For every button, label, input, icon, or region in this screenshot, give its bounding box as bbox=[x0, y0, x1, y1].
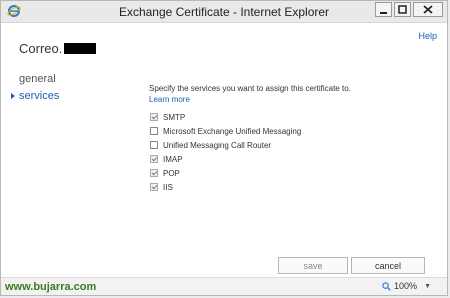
smtp-checkbox[interactable] bbox=[150, 113, 158, 121]
zoom-magnifier-icon bbox=[382, 281, 391, 291]
service-label: Microsoft Exchange Unified Messaging bbox=[163, 126, 302, 136]
service-um-call-router[interactable]: Unified Messaging Call Router bbox=[150, 138, 301, 152]
um-call-router-checkbox[interactable] bbox=[150, 141, 158, 149]
zoom-control[interactable]: 100% ▼ bbox=[382, 281, 431, 291]
maximize-button[interactable] bbox=[394, 2, 411, 17]
description-text: Specify the services you want to assign … bbox=[149, 84, 351, 93]
iis-checkbox[interactable] bbox=[150, 183, 158, 191]
redacted-name bbox=[64, 43, 97, 54]
page-title-text: Correo. bbox=[19, 41, 63, 56]
side-nav: general services bbox=[11, 71, 59, 105]
pop-checkbox[interactable] bbox=[150, 169, 158, 177]
watermark-text: www.bujarra.com bbox=[5, 281, 97, 293]
service-smtp[interactable]: SMTP bbox=[150, 110, 301, 124]
imap-checkbox[interactable] bbox=[150, 155, 158, 163]
nav-item-general[interactable]: general bbox=[11, 71, 59, 88]
save-button[interactable]: save bbox=[278, 257, 348, 274]
cancel-button[interactable]: cancel bbox=[351, 257, 425, 274]
service-label: SMTP bbox=[163, 112, 186, 122]
browser-window: Exchange Certificate - Internet Explorer… bbox=[0, 0, 448, 296]
services-description: Specify the services you want to assign … bbox=[149, 83, 359, 105]
service-imap[interactable]: IMAP bbox=[150, 152, 301, 166]
close-icon bbox=[423, 5, 433, 14]
service-pop[interactable]: POP bbox=[150, 166, 301, 180]
nav-item-services[interactable]: services bbox=[11, 88, 59, 105]
title-bar: Exchange Certificate - Internet Explorer bbox=[1, 1, 447, 23]
help-link[interactable]: Help bbox=[418, 31, 437, 41]
zoom-dropdown-icon[interactable]: ▼ bbox=[424, 283, 431, 290]
selected-arrow-icon bbox=[11, 93, 15, 99]
window-controls bbox=[375, 2, 443, 17]
service-unified-messaging[interactable]: Microsoft Exchange Unified Messaging bbox=[150, 124, 301, 138]
zoom-level: 100% bbox=[394, 281, 418, 291]
minimize-button[interactable] bbox=[375, 2, 392, 17]
maximize-icon bbox=[398, 5, 407, 14]
service-label: POP bbox=[163, 168, 180, 178]
nav-item-label: general bbox=[19, 73, 56, 85]
status-bar: www.bujarra.com 100% ▼ bbox=[1, 277, 447, 295]
nav-item-label: services bbox=[19, 90, 60, 102]
page-title: Correo. bbox=[19, 41, 97, 56]
service-label: IMAP bbox=[163, 154, 183, 164]
service-label: IIS bbox=[163, 182, 173, 192]
close-button[interactable] bbox=[413, 2, 443, 17]
learn-more-link[interactable]: Learn more bbox=[149, 95, 190, 104]
service-label: Unified Messaging Call Router bbox=[163, 140, 272, 150]
services-list: SMTP Microsoft Exchange Unified Messagin… bbox=[150, 110, 301, 194]
service-iis[interactable]: IIS bbox=[150, 180, 301, 194]
unified-messaging-checkbox[interactable] bbox=[150, 127, 158, 135]
minimize-icon bbox=[380, 12, 387, 14]
